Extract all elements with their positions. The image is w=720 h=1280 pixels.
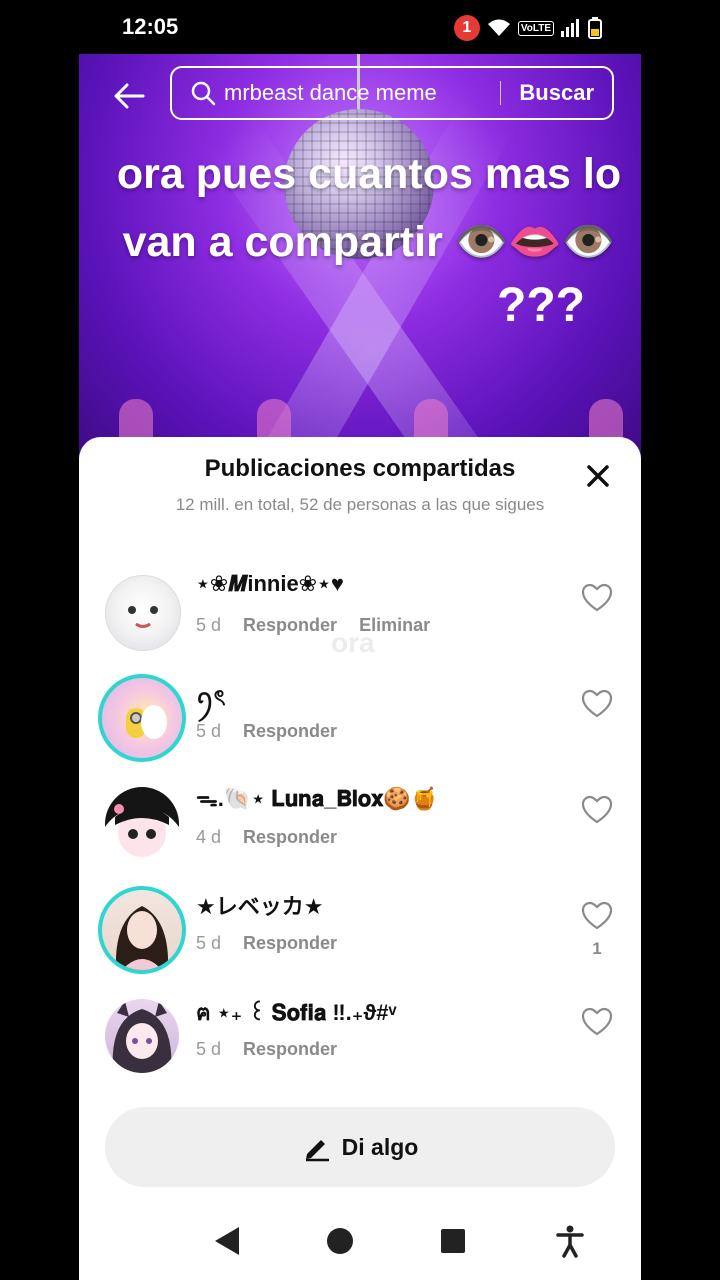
notification-badge: 1 <box>453 15 480 41</box>
video-player[interactable]: ora pues cuantos mas lo van a compartir … <box>79 54 641 474</box>
sheet-title: Publicaciones compartidas <box>204 455 516 482</box>
search-input[interactable]: mrbeast dance meme <box>224 80 500 106</box>
caption-line: van a compartir 👁️👄👁️ <box>122 218 616 266</box>
item-age: 5 d <box>196 721 222 741</box>
reply-button[interactable]: Responder <box>243 827 337 848</box>
reply-button[interactable]: Responder <box>243 1039 337 1060</box>
accessibility-icon[interactable] <box>553 1224 587 1258</box>
delete-button[interactable]: Eliminar <box>359 615 430 636</box>
avatar-image <box>126 705 167 739</box>
avatar[interactable] <box>98 674 186 762</box>
heart-icon[interactable] <box>581 795 613 825</box>
close-icon[interactable] <box>581 459 615 493</box>
back-arrow-icon[interactable] <box>109 76 149 116</box>
avatar[interactable] <box>105 787 179 861</box>
reply-button[interactable]: Responder <box>243 615 337 636</box>
username[interactable]: ★レベッカ★ <box>196 889 323 921</box>
like-count: 1 <box>592 939 602 958</box>
list-item: ᯓ.🐚⋆ 𝐋𝐮𝐧𝐚_𝐁𝐥𝐨𝐱🍪🍯 4 d Responder <box>79 777 641 877</box>
avatar-image <box>115 906 169 970</box>
list-item: ⋆❀𝑴innie❀⋆♥ 5 d Responder Eliminar <box>79 565 641 665</box>
avatar[interactable] <box>105 999 179 1073</box>
volte-indicator: VoLTE <box>517 20 554 36</box>
status-bar: 12:05 1 VoLTE <box>0 0 720 54</box>
video-caption: ora pues cuantos mas lo van a compartir … <box>99 140 639 276</box>
username[interactable]: ꪆৎ <box>196 677 226 723</box>
sheet-subtitle: 12 mill. en total, 52 de personas a las … <box>175 495 545 514</box>
item-meta: 5 d Responder <box>196 933 337 954</box>
list-item: ฅ ⋆₊ ꒰ 𝐒𝐨𝐟𝐢𝐚 ‼.₊ϑ#ᵛ 5 d Responder <box>79 989 641 1089</box>
item-age: 5 d <box>196 615 222 635</box>
item-age: 5 d <box>196 1039 222 1059</box>
search-button[interactable]: Buscar <box>501 80 612 106</box>
item-meta: 5 d Responder Eliminar <box>196 615 430 636</box>
reply-button[interactable]: Responder <box>243 721 337 742</box>
caption-line: ??? <box>497 279 585 332</box>
item-age: 4 d <box>196 827 222 847</box>
wifi-icon <box>487 19 510 36</box>
search-icon <box>191 81 216 106</box>
heart-icon[interactable] <box>581 901 613 931</box>
item-meta: 5 d Responder <box>196 721 337 742</box>
list-item: ꪆৎ 5 d Responder <box>79 671 641 771</box>
heart-icon[interactable] <box>581 583 613 613</box>
avatar-image <box>112 1001 172 1073</box>
list-item: ★レベッカ★ 5 d Responder 1 <box>79 883 641 983</box>
app-screen: ora pues cuantos mas lo van a compartir … <box>79 54 641 1280</box>
avatar-image <box>128 606 158 628</box>
search-bar[interactable]: mrbeast dance meme Buscar <box>170 66 614 120</box>
username[interactable]: ᯓ.🐚⋆ 𝐋𝐮𝐧𝐚_𝐁𝐥𝐨𝐱🍪🍯 <box>196 783 438 813</box>
avatar[interactable] <box>98 886 186 974</box>
nav-back-icon[interactable] <box>215 1227 239 1255</box>
reply-button[interactable]: Responder <box>243 933 337 954</box>
caption-line: ora pues cuantos mas lo <box>116 150 622 198</box>
item-meta: 5 d Responder <box>196 1039 337 1060</box>
status-icons: 1 VoLTE <box>453 15 602 41</box>
item-meta: 4 d Responder <box>196 827 337 848</box>
avatar-image <box>105 787 179 857</box>
composer-label: Di algo <box>341 1133 419 1160</box>
pencil-icon <box>305 1140 329 1162</box>
comment-composer[interactable]: Di algo <box>105 1107 615 1187</box>
nav-home-icon[interactable] <box>327 1228 353 1254</box>
item-age: 5 d <box>196 933 222 953</box>
battery-icon <box>588 17 602 39</box>
avatar[interactable] <box>105 575 181 651</box>
shares-sheet: Publicaciones compartidas 12 mill. en to… <box>79 437 641 1280</box>
username[interactable]: ฅ ⋆₊ ꒰ 𝐒𝐨𝐟𝐢𝐚 ‼.₊ϑ#ᵛ <box>196 995 396 1030</box>
username[interactable]: ⋆❀𝑴innie❀⋆♥ <box>196 571 344 597</box>
heart-icon[interactable] <box>581 689 613 719</box>
heart-icon[interactable] <box>581 1007 613 1037</box>
nav-recents-icon[interactable] <box>441 1229 465 1253</box>
signal-icon <box>561 19 579 37</box>
system-nav-bar <box>79 1202 641 1280</box>
status-time: 12:05 <box>122 14 179 39</box>
